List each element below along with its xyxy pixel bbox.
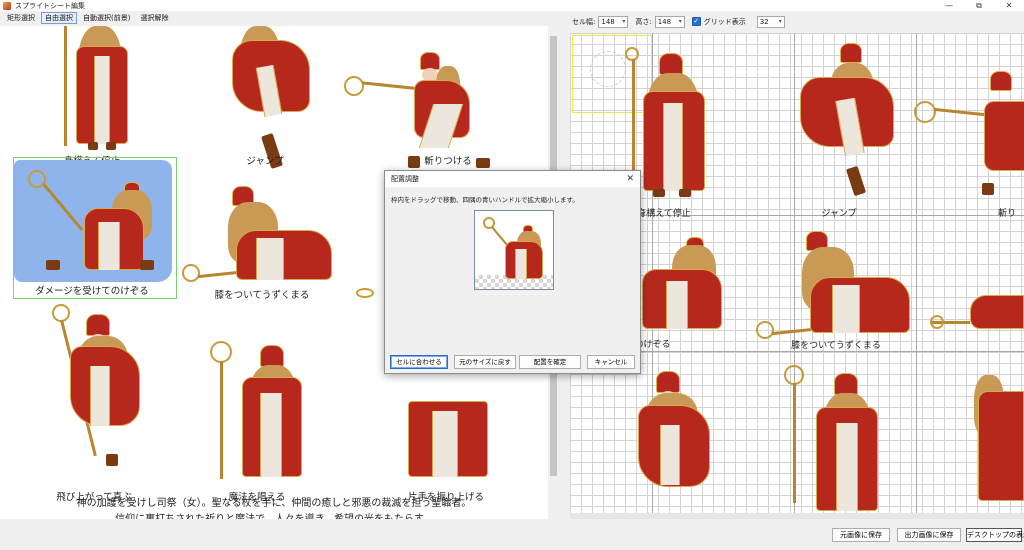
reset-size-button[interactable]: 元のサイズに戻す — [454, 355, 516, 369]
app-icon — [3, 1, 11, 10]
auto-select-button[interactable]: 自動選択(前景) — [79, 12, 135, 24]
dialog-title-bar: 配置調整 ✕ — [385, 171, 640, 187]
chevron-down-icon: ▾ — [678, 18, 682, 25]
empty-cell-placeholder — [590, 51, 626, 87]
confirm-placement-button[interactable]: 配置を確定 — [519, 355, 581, 369]
restore-icon[interactable]: ⧉ — [964, 0, 994, 11]
cancel-button[interactable]: キャンセル — [587, 355, 635, 369]
window-controls: — ⧉ ✕ — [934, 0, 1024, 11]
window-title: スプライトシート編集 — [15, 1, 85, 10]
clear-selection-button[interactable]: 選択解除 — [136, 12, 173, 24]
sprite-label-damage: ダメージを受けてのけぞる — [35, 286, 149, 297]
zoom-combo[interactable]: 32 ▾ — [756, 15, 785, 28]
show-desktop-button[interactable]: デスクトップの表示 — [966, 528, 1024, 542]
character-description-line1: 神の加護を受けし司祭（女）。聖なる杖を手に、仲間の癒しと邪悪の裁滅を担う聖職者。 — [76, 498, 472, 509]
dialog-close-icon[interactable]: ✕ — [626, 174, 634, 184]
save-to-source-button[interactable]: 元画像に保存 — [832, 528, 890, 542]
sprite-label-jump: ジャンプ — [246, 156, 284, 167]
save-to-output-button[interactable]: 出力画像に保存 — [897, 528, 961, 542]
grid-settings-toolbar: セル幅: 148 ▾ 高さ: 148 ▾ ✓ グリッド表示 32 ▾ — [572, 15, 785, 28]
cell-height-combo[interactable]: 148 ▾ — [654, 15, 685, 28]
chevron-down-icon: ▾ — [778, 18, 782, 25]
grid-checkbox-label: グリッド表示 — [703, 17, 746, 26]
dialog-title: 配置調整 — [391, 175, 419, 183]
grid-label-jump: ジャンプ — [821, 209, 857, 219]
grid-label-kneel: 膝をついてうずくまる — [791, 341, 881, 351]
cell-width-label: セル幅: — [572, 17, 596, 26]
free-select-button[interactable]: 自由選択 — [41, 12, 77, 24]
grid-checkbox[interactable]: ✓ — [691, 17, 701, 26]
dialog-instruction: 枠内をドラッグで移動、四隅の青いハンドルで拡大縮小します。 — [391, 196, 579, 204]
grid-label-idle: 身構えて停止 — [637, 209, 691, 219]
rect-select-button[interactable]: 矩形選択 — [3, 12, 39, 24]
placement-preview[interactable] — [474, 210, 554, 290]
grid-label-slash: 斬り — [997, 209, 1017, 219]
sprite-label-kneel: 膝をついてうずくまる — [214, 290, 310, 301]
height-label: 高さ: — [635, 17, 652, 26]
chevron-down-icon: ▾ — [622, 18, 626, 25]
close-icon[interactable]: ✕ — [994, 0, 1024, 11]
minimize-icon[interactable]: — — [934, 0, 964, 11]
cell-width-value: 148 — [601, 17, 615, 26]
placement-adjust-dialog: 配置調整 ✕ 枠内をドラッグで移動、四隅の青いハンドルで拡大縮小します。 セルに… — [384, 170, 641, 374]
fit-to-cell-button[interactable]: セルに合わせる — [390, 355, 448, 369]
zoom-value: 32 — [759, 17, 769, 26]
bottom-action-bar: 元画像に保存 出力画像に保存 デスクトップの表示 — [0, 519, 1024, 550]
selection-toolbar: 矩形選択 自由選択 自動選択(前景) 選択解除 — [3, 12, 173, 24]
title-bar: スプライトシート編集 — ⧉ ✕ — [0, 0, 1024, 11]
sprite-label-slash: 斬りつける — [424, 156, 472, 167]
cell-width-combo[interactable]: 148 ▾ — [598, 15, 629, 28]
character-description-line2: 信仰に裏打ちされた祈りと魔法で、人々を導き、希望の光をもたらす。 — [0, 510, 548, 519]
cell-height-value: 148 — [657, 17, 672, 26]
